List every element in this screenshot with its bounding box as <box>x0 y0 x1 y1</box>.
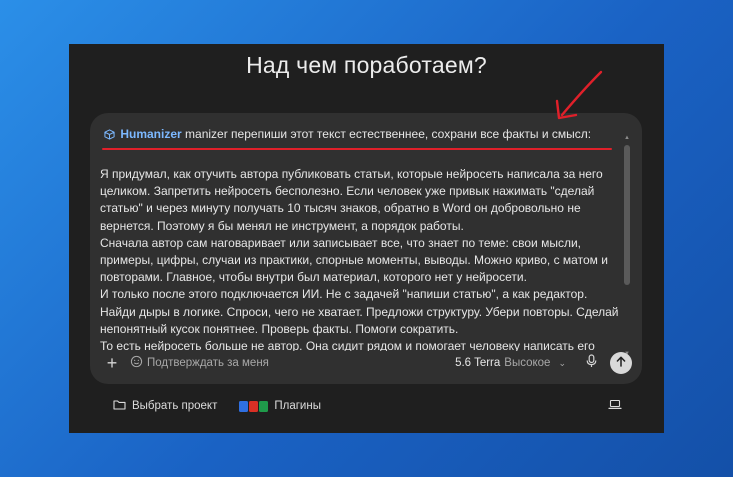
paragraph: Я придумал, как отучить автора публикова… <box>100 167 603 233</box>
paragraph: Сначала автор сам наговаривает или запис… <box>100 235 608 285</box>
send-button[interactable] <box>610 352 632 374</box>
plugins-button[interactable]: Плагины <box>239 400 321 412</box>
add-button[interactable]: + <box>100 351 124 375</box>
smile-icon <box>130 355 143 371</box>
paragraph: И только после этого подключается ИИ. Не… <box>100 287 619 336</box>
app-icons <box>239 400 269 412</box>
microphone-button[interactable] <box>582 353 600 373</box>
laptop-button[interactable] <box>608 399 622 413</box>
page-title: Над чем поработаем? <box>246 52 487 78</box>
bottom-bar: Выбрать проект Плагины <box>113 396 622 416</box>
cube-icon <box>104 129 115 143</box>
model-name: 5.6 Terra <box>455 357 501 369</box>
chevron-down-icon: ⌄ <box>558 357 566 368</box>
composer-toolbar: + Подтверждать за меня 5.6 Terra Высокое… <box>100 350 632 376</box>
word-icon <box>239 400 249 412</box>
scrollbar-thumb[interactable] <box>624 145 630 285</box>
prompt-line: Humanizer manizer перепиши этот текст ес… <box>104 127 618 143</box>
model-selector[interactable]: 5.6 Terra Высокое ⌄ <box>455 357 566 369</box>
scrollbar[interactable]: ▲ ▼ <box>624 135 630 357</box>
app-window: Над чем поработаем? Humanizer manizer пе… <box>69 44 664 433</box>
scroll-up-icon[interactable]: ▲ <box>624 135 630 141</box>
folder-icon <box>113 399 126 413</box>
select-project-label: Выбрать проект <box>132 400 218 412</box>
laptop-icon <box>608 399 622 413</box>
prompt-text: manizer перепиши этот текст естественнее… <box>185 127 592 141</box>
pdf-icon <box>249 400 259 412</box>
plugins-label: Плагины <box>274 400 321 412</box>
annotation-underline <box>102 148 612 150</box>
microphone-icon <box>586 353 597 373</box>
confirm-label: Подтверждать за меня <box>147 357 269 369</box>
plugin-tag[interactable]: Humanizer <box>120 127 181 141</box>
composer[interactable]: Humanizer manizer перепиши этот текст ес… <box>90 113 642 384</box>
arrow-up-icon <box>616 354 626 372</box>
model-level: Высокое <box>504 357 551 369</box>
select-project-button[interactable]: Выбрать проект <box>113 399 217 413</box>
sheets-icon <box>259 400 269 412</box>
message-input[interactable]: Я придумал, как отучить автора публикова… <box>100 166 620 351</box>
confirm-button[interactable]: Подтверждать за меня <box>130 355 269 371</box>
